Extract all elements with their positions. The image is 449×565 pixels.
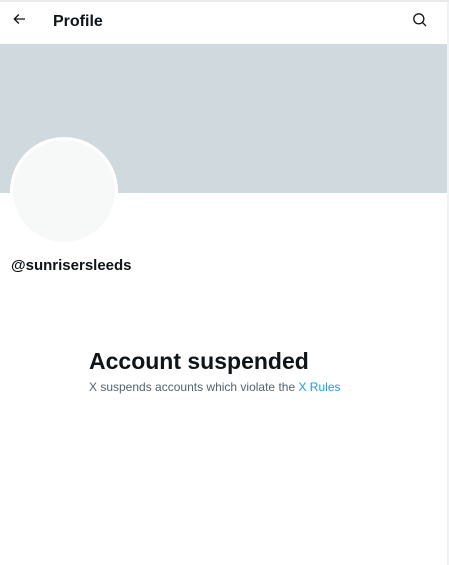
suspension-message-text: X suspends accounts which violate the	[89, 380, 296, 394]
search-button[interactable]	[407, 9, 433, 35]
top-bar: Profile	[0, 4, 447, 44]
avatar[interactable]	[10, 137, 118, 245]
suspension-title: Account suspended	[89, 348, 309, 374]
back-button[interactable]	[6, 8, 32, 34]
page-title: Profile	[53, 13, 103, 30]
x-rules-link[interactable]: X Rules	[298, 380, 340, 394]
arrow-left-icon	[11, 11, 27, 32]
profile-page: Profile @sunrisersleeds Account suspende…	[0, 0, 449, 565]
search-icon	[412, 12, 428, 33]
suspension-notice: Account suspended X suspends accounts wh…	[89, 347, 389, 395]
profile-handle: @sunrisersleeds	[11, 257, 132, 274]
suspension-message: X suspends accounts which violate the X …	[89, 379, 389, 395]
